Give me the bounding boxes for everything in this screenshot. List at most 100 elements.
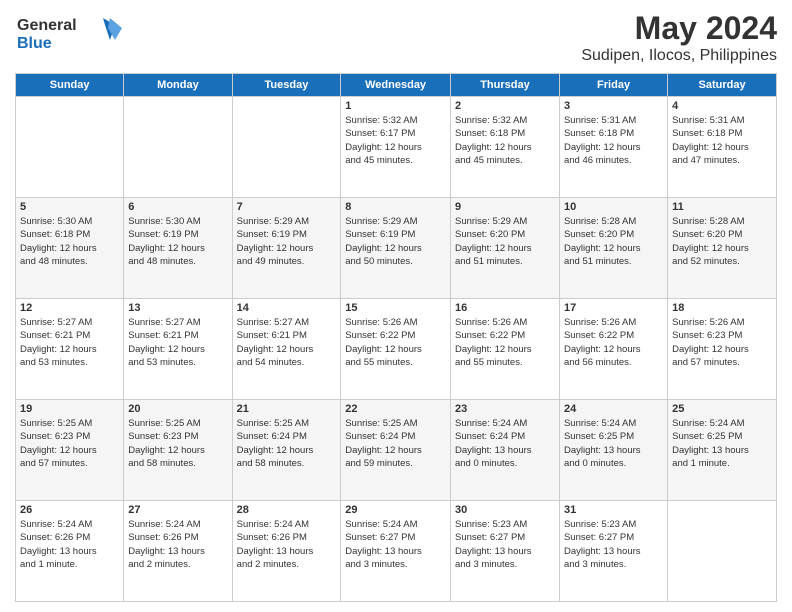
day-number: 18 <box>672 302 772 314</box>
day-info: Sunrise: 5:24 AM Sunset: 6:26 PM Dayligh… <box>237 518 337 571</box>
week-row-5: 26 Sunrise: 5:24 AM Sunset: 6:26 PM Dayli… <box>16 501 777 602</box>
day-number: 14 <box>237 302 337 314</box>
day-info: Sunrise: 5:32 AM Sunset: 6:17 PM Dayligh… <box>345 114 446 167</box>
day-number: 24 <box>564 403 663 415</box>
day-info: Sunrise: 5:24 AM Sunset: 6:25 PM Dayligh… <box>672 417 772 470</box>
calendar-cell: 15Sunrise: 5:26 AM Sunset: 6:22 PM Dayli… <box>341 299 451 400</box>
logo-text: General Blue <box>15 10 125 60</box>
day-number: 12 <box>20 302 119 314</box>
day-number: 7 <box>237 201 337 213</box>
header-cell-wednesday: Wednesday <box>341 74 451 97</box>
calendar-cell: 2Sunrise: 5:32 AM Sunset: 6:18 PM Daylig… <box>450 97 559 198</box>
calendar-body: 1 Sunrise: 5:32 AM Sunset: 6:17 PM Daylig… <box>16 97 777 602</box>
day-info: Sunrise: 5:29 AM Sunset: 6:19 PM Dayligh… <box>237 215 337 268</box>
calendar-cell: 25 Sunrise: 5:24 AM Sunset: 6:25 PM Dayli… <box>668 400 777 501</box>
day-number: 17 <box>564 302 663 314</box>
day-number: 26 <box>20 504 119 516</box>
day-number: 3 <box>564 100 663 112</box>
calendar-cell: 10 Sunrise: 5:28 AM Sunset: 6:20 PM Dayli… <box>559 198 667 299</box>
page: General Blue May 2024 Sudipen, Ilocos, P… <box>0 0 792 612</box>
day-info: Sunrise: 5:27 AM Sunset: 6:21 PM Dayligh… <box>20 316 119 369</box>
day-info: Sunrise: 5:25 AM Sunset: 6:23 PM Dayligh… <box>20 417 119 470</box>
main-title: May 2024 <box>581 10 777 47</box>
logo: General Blue <box>15 10 125 60</box>
calendar-cell: 22Sunrise: 5:25 AM Sunset: 6:24 PM Dayli… <box>341 400 451 501</box>
day-info: Sunrise: 5:27 AM Sunset: 6:21 PM Dayligh… <box>128 316 227 369</box>
day-info: Sunrise: 5:31 AM Sunset: 6:18 PM Dayligh… <box>672 114 772 167</box>
day-number: 16 <box>455 302 555 314</box>
week-row-3: 12 Sunrise: 5:27 AM Sunset: 6:21 PM Dayli… <box>16 299 777 400</box>
day-info: Sunrise: 5:30 AM Sunset: 6:18 PM Dayligh… <box>20 215 119 268</box>
day-info: Sunrise: 5:26 AM Sunset: 6:23 PM Dayligh… <box>672 316 772 369</box>
calendar-cell: 12 Sunrise: 5:27 AM Sunset: 6:21 PM Dayli… <box>16 299 124 400</box>
calendar-cell: 1 Sunrise: 5:32 AM Sunset: 6:17 PM Daylig… <box>341 97 451 198</box>
calendar-cell: 3 Sunrise: 5:31 AM Sunset: 6:18 PM Daylig… <box>559 97 667 198</box>
calendar-header: SundayMondayTuesdayWednesdayThursdayFrid… <box>16 74 777 97</box>
subtitle: Sudipen, Ilocos, Philippines <box>581 47 777 65</box>
day-info: Sunrise: 5:24 AM Sunset: 6:27 PM Dayligh… <box>345 518 446 571</box>
day-number: 11 <box>672 201 772 213</box>
svg-text:General: General <box>17 17 77 34</box>
day-number: 2 <box>455 100 555 112</box>
header-cell-tuesday: Tuesday <box>232 74 341 97</box>
day-number: 4 <box>672 100 772 112</box>
calendar-cell: 13 Sunrise: 5:27 AM Sunset: 6:21 PM Dayli… <box>124 299 232 400</box>
day-number: 20 <box>128 403 227 415</box>
calendar-cell: 28 Sunrise: 5:24 AM Sunset: 6:26 PM Dayli… <box>232 501 341 602</box>
day-number: 6 <box>128 201 227 213</box>
day-info: Sunrise: 5:29 AM Sunset: 6:20 PM Dayligh… <box>455 215 555 268</box>
header-cell-friday: Friday <box>559 74 667 97</box>
calendar-cell: 11 Sunrise: 5:28 AM Sunset: 6:20 PM Dayli… <box>668 198 777 299</box>
day-info: Sunrise: 5:27 AM Sunset: 6:21 PM Dayligh… <box>237 316 337 369</box>
day-number: 23 <box>455 403 555 415</box>
calendar-cell: 30Sunrise: 5:23 AM Sunset: 6:27 PM Dayli… <box>450 501 559 602</box>
day-info: Sunrise: 5:25 AM Sunset: 6:23 PM Dayligh… <box>128 417 227 470</box>
calendar-cell: 24 Sunrise: 5:24 AM Sunset: 6:25 PM Dayli… <box>559 400 667 501</box>
header: General Blue May 2024 Sudipen, Ilocos, P… <box>15 10 777 65</box>
week-row-1: 1 Sunrise: 5:32 AM Sunset: 6:17 PM Daylig… <box>16 97 777 198</box>
day-number: 19 <box>20 403 119 415</box>
calendar-cell: 9 Sunrise: 5:29 AM Sunset: 6:20 PM Daylig… <box>450 198 559 299</box>
day-info: Sunrise: 5:28 AM Sunset: 6:20 PM Dayligh… <box>672 215 772 268</box>
header-cell-thursday: Thursday <box>450 74 559 97</box>
day-number: 10 <box>564 201 663 213</box>
calendar-cell <box>232 97 341 198</box>
day-info: Sunrise: 5:24 AM Sunset: 6:26 PM Dayligh… <box>128 518 227 571</box>
header-row: SundayMondayTuesdayWednesdayThursdayFrid… <box>16 74 777 97</box>
week-row-2: 5Sunrise: 5:30 AM Sunset: 6:18 PM Daylig… <box>16 198 777 299</box>
day-info: Sunrise: 5:26 AM Sunset: 6:22 PM Dayligh… <box>564 316 663 369</box>
day-info: Sunrise: 5:25 AM Sunset: 6:24 PM Dayligh… <box>237 417 337 470</box>
day-number: 27 <box>128 504 227 516</box>
header-cell-monday: Monday <box>124 74 232 97</box>
day-info: Sunrise: 5:24 AM Sunset: 6:24 PM Dayligh… <box>455 417 555 470</box>
calendar-cell: 26 Sunrise: 5:24 AM Sunset: 6:26 PM Dayli… <box>16 501 124 602</box>
calendar-cell: 18 Sunrise: 5:26 AM Sunset: 6:23 PM Dayli… <box>668 299 777 400</box>
calendar-cell: 14 Sunrise: 5:27 AM Sunset: 6:21 PM Dayli… <box>232 299 341 400</box>
header-cell-sunday: Sunday <box>16 74 124 97</box>
week-row-4: 19 Sunrise: 5:25 AM Sunset: 6:23 PM Dayli… <box>16 400 777 501</box>
day-info: Sunrise: 5:25 AM Sunset: 6:24 PM Dayligh… <box>345 417 446 470</box>
calendar-cell <box>668 501 777 602</box>
calendar-cell: 27 Sunrise: 5:24 AM Sunset: 6:26 PM Dayli… <box>124 501 232 602</box>
day-number: 9 <box>455 201 555 213</box>
calendar-cell: 20 Sunrise: 5:25 AM Sunset: 6:23 PM Dayli… <box>124 400 232 501</box>
title-block: May 2024 Sudipen, Ilocos, Philippines <box>581 10 777 65</box>
day-info: Sunrise: 5:28 AM Sunset: 6:20 PM Dayligh… <box>564 215 663 268</box>
svg-text:Blue: Blue <box>17 35 52 52</box>
day-info: Sunrise: 5:24 AM Sunset: 6:25 PM Dayligh… <box>564 417 663 470</box>
calendar-cell: 5Sunrise: 5:30 AM Sunset: 6:18 PM Daylig… <box>16 198 124 299</box>
day-number: 13 <box>128 302 227 314</box>
day-number: 1 <box>345 100 446 112</box>
day-number: 8 <box>345 201 446 213</box>
day-info: Sunrise: 5:29 AM Sunset: 6:19 PM Dayligh… <box>345 215 446 268</box>
day-info: Sunrise: 5:24 AM Sunset: 6:26 PM Dayligh… <box>20 518 119 571</box>
day-number: 15 <box>345 302 446 314</box>
calendar-table: SundayMondayTuesdayWednesdayThursdayFrid… <box>15 73 777 602</box>
calendar-cell: 7 Sunrise: 5:29 AM Sunset: 6:19 PM Daylig… <box>232 198 341 299</box>
day-number: 25 <box>672 403 772 415</box>
calendar-cell: 31Sunrise: 5:23 AM Sunset: 6:27 PM Dayli… <box>559 501 667 602</box>
day-number: 28 <box>237 504 337 516</box>
calendar-cell: 8 Sunrise: 5:29 AM Sunset: 6:19 PM Daylig… <box>341 198 451 299</box>
day-number: 30 <box>455 504 555 516</box>
day-info: Sunrise: 5:31 AM Sunset: 6:18 PM Dayligh… <box>564 114 663 167</box>
